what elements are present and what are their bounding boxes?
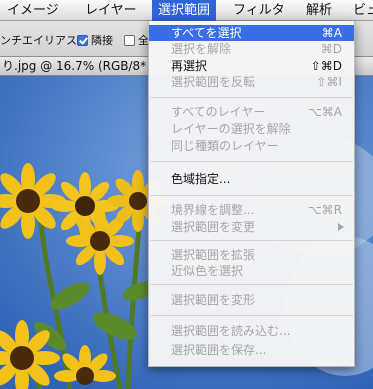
menu-item-transform-selection[interactable]: 選択範囲を変形: [149, 292, 354, 308]
menu-item-save-selection[interactable]: 選択範囲を保存...: [149, 342, 354, 358]
menu-item-reselect[interactable]: 再選択 ⇧⌘D: [149, 58, 354, 74]
menu-item-modify[interactable]: 選択範囲を変更: [149, 219, 354, 235]
menu-bar: イメージ レイヤー 選択範囲 フィルタ 解析 ビュ: [0, 0, 373, 21]
antialias-label: ンチエイリアス: [0, 34, 77, 47]
menu-separator: [150, 240, 353, 241]
menu-select[interactable]: 選択範囲: [152, 0, 217, 21]
menu-item-deselect-layers[interactable]: レイヤーの選択を解除: [149, 121, 354, 137]
contiguous-label: 隣接: [91, 34, 113, 47]
all-layers-checkbox[interactable]: [124, 35, 135, 46]
menu-item-deselect[interactable]: 選択を解除 ⌘D: [149, 41, 354, 57]
contiguous-checkbox[interactable]: [77, 35, 88, 46]
menu-item-load-selection[interactable]: 選択範囲を読み込む...: [149, 323, 354, 339]
select-menu-dropdown: すべてを選択 ⌘A 選択を解除 ⌘D 再選択 ⇧⌘D 選択範囲を反転 ⇧⌘I すべてのレ…: [148, 21, 355, 367]
menu-image[interactable]: イメージ: [1, 0, 65, 21]
menu-item-color-range[interactable]: 色域指定...: [149, 171, 354, 187]
submenu-arrow-icon: [338, 223, 344, 231]
menu-filter[interactable]: フィルタ: [227, 0, 291, 21]
menu-item-similar[interactable]: 近似色を選択: [149, 263, 354, 279]
menu-item-inverse[interactable]: 選択範囲を反転 ⇧⌘I: [149, 74, 354, 90]
menu-item-all-layers[interactable]: すべてのレイヤー ⌥⌘A: [149, 104, 354, 120]
menu-view[interactable]: ビュ: [347, 0, 373, 21]
menu-separator: [150, 284, 353, 285]
menu-separator: [150, 97, 353, 98]
menu-separator: [150, 315, 353, 316]
menu-item-similar-layers[interactable]: 同じ種類のレイヤー: [149, 138, 354, 154]
antialias-option[interactable]: ンチエイリアス: [0, 32, 77, 48]
document-title: り.jpg @ 16.7% (RGB/8*: [2, 59, 147, 73]
contiguous-option[interactable]: 隣接: [77, 32, 113, 48]
menu-layer[interactable]: レイヤー: [79, 0, 143, 21]
menu-item-grow[interactable]: 選択範囲を拡張: [149, 247, 354, 263]
menu-item-select-all[interactable]: すべてを選択 ⌘A: [149, 25, 354, 41]
menu-separator: [150, 161, 353, 162]
menu-item-refine-edge[interactable]: 境界線を調整... ⌥⌘R: [149, 202, 354, 218]
all-layers-option[interactable]: 全: [124, 32, 149, 48]
menu-separator: [150, 195, 353, 196]
menu-analysis[interactable]: 解析: [300, 0, 338, 21]
